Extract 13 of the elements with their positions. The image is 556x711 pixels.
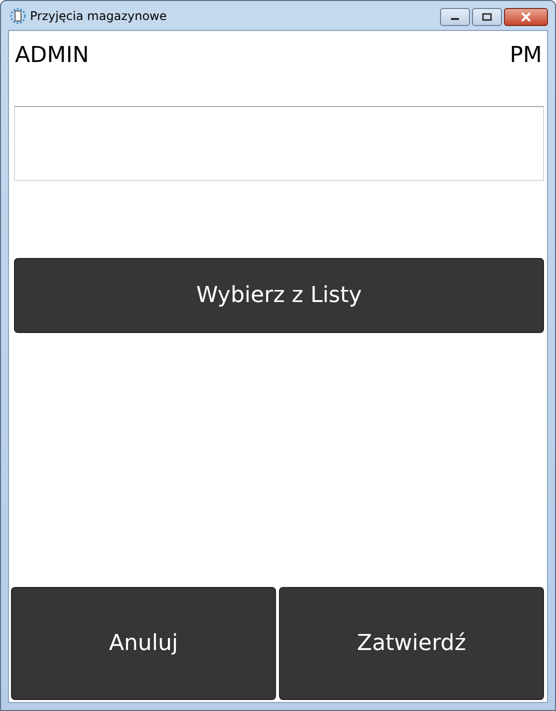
maximize-button[interactable]: [472, 8, 502, 26]
action-button[interactable]: Anuluj: [11, 587, 276, 700]
close-button[interactable]: [504, 8, 548, 26]
maximize-icon: [482, 13, 492, 21]
user-name: ADMIN: [15, 43, 89, 70]
action-button[interactable]: Zatwierdź: [279, 587, 544, 700]
minimize-button[interactable]: [440, 8, 470, 26]
window-title: Przyjęcia magazynowe: [30, 8, 168, 22]
app-icon: [10, 8, 26, 24]
select-from-list-button[interactable]: Wybierz z Listy: [14, 258, 544, 333]
close-icon: [520, 12, 532, 22]
input-field[interactable]: [14, 106, 544, 181]
module-code: PM: [510, 43, 542, 70]
